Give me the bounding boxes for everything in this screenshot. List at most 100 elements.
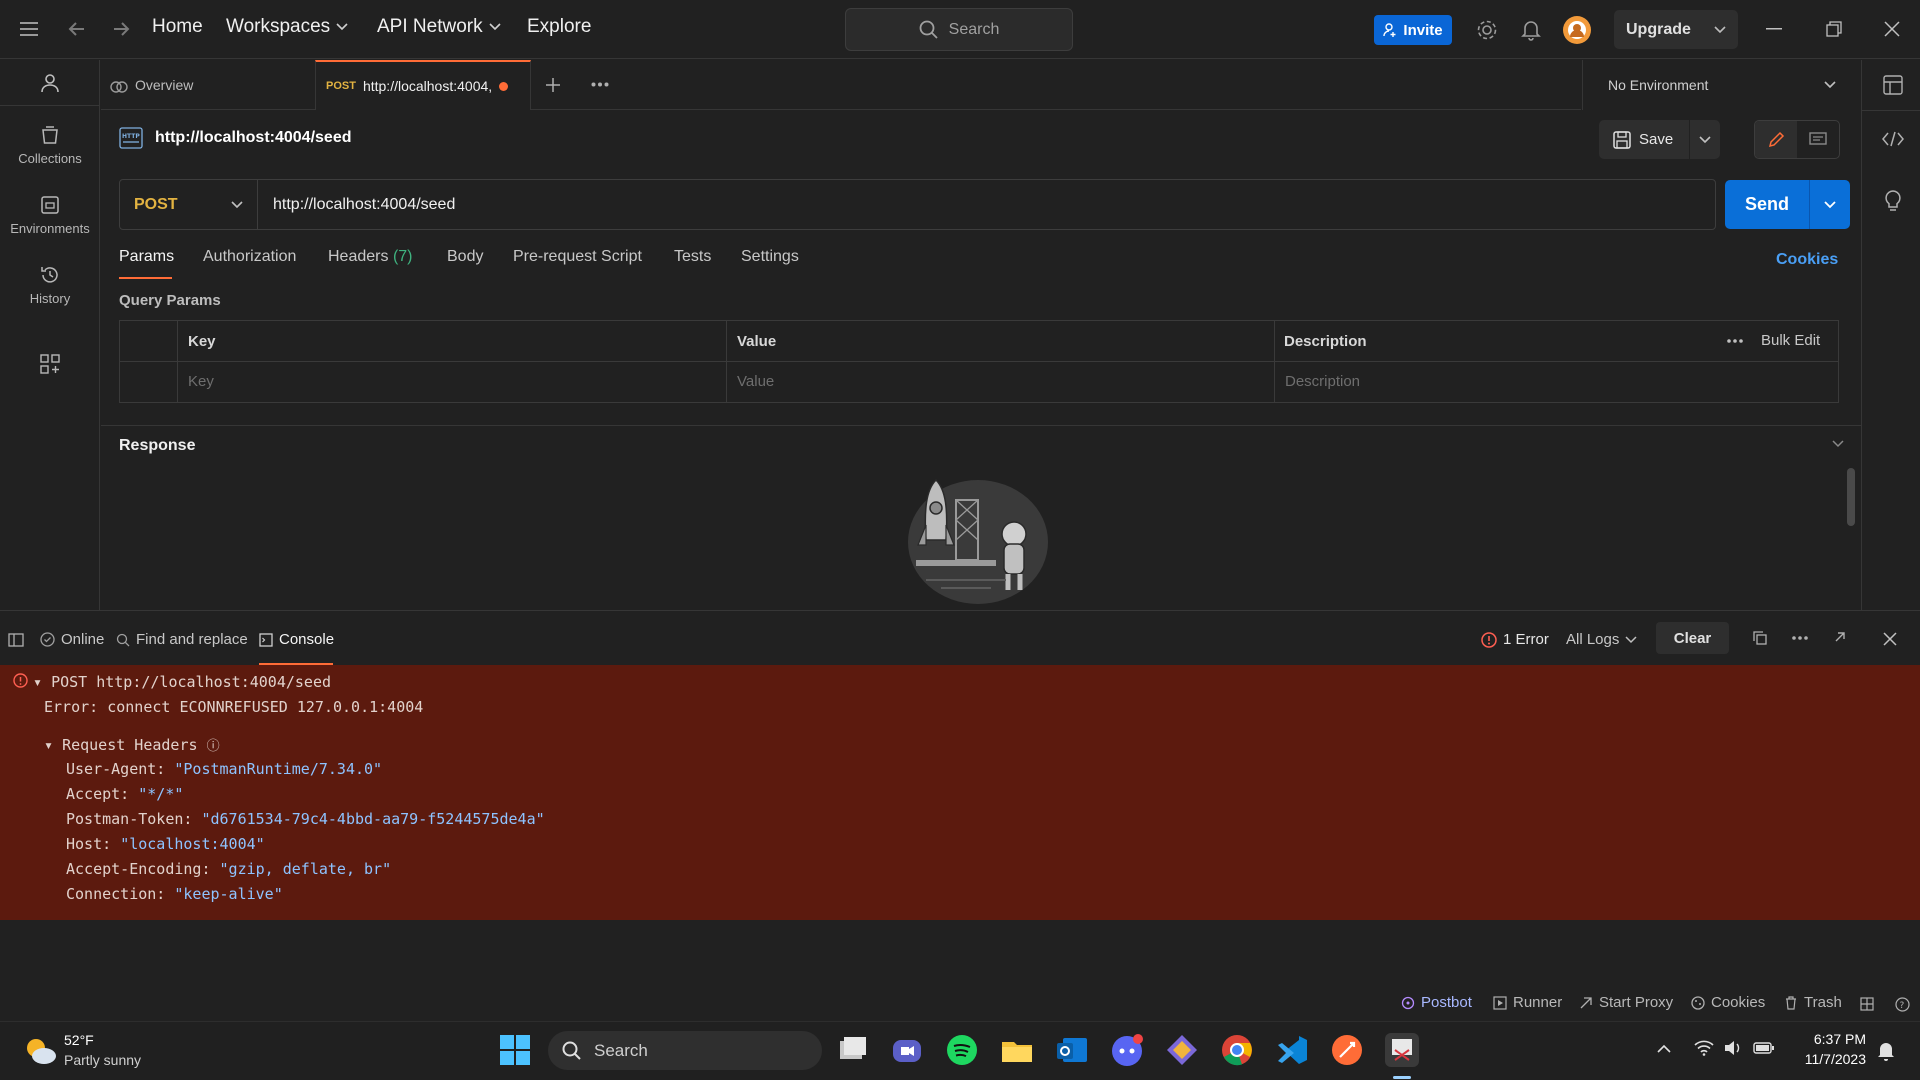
table-options-ellipsis-icon[interactable] <box>1727 339 1743 343</box>
global-search[interactable]: Search <box>845 8 1073 51</box>
git-client-icon[interactable] <box>1165 1033 1199 1067</box>
nav-home[interactable]: Home <box>152 16 203 38</box>
hamburger-menu-icon[interactable] <box>20 22 38 36</box>
clock-time[interactable]: 6:37 PM <box>1794 1031 1866 1047</box>
pop-out-icon[interactable] <box>1834 631 1846 643</box>
comments-mode-button[interactable] <box>1797 121 1839 158</box>
upgrade-button[interactable]: Upgrade <box>1614 10 1738 49</box>
environment-selector[interactable]: No Environment <box>1582 60 1862 110</box>
error-count-filter[interactable]: 1 Error <box>1481 631 1549 648</box>
weather-description[interactable]: Partly sunny <box>64 1052 141 1068</box>
bulk-edit-button[interactable]: Bulk Edit <box>1761 332 1820 349</box>
tab-params[interactable]: Params <box>119 248 174 279</box>
windows-start-icon[interactable] <box>500 1035 530 1065</box>
save-button[interactable]: Save <box>1599 120 1720 159</box>
close-console-icon[interactable] <box>1883 632 1897 646</box>
invite-button[interactable]: Invite <box>1374 15 1452 45</box>
param-key-input[interactable]: Key <box>188 373 718 390</box>
workspace-user-icon[interactable] <box>40 73 60 93</box>
edit-mode-button[interactable] <box>1755 121 1797 158</box>
pencil-icon <box>1768 131 1785 147</box>
tab-authorization[interactable]: Authorization <box>203 248 296 266</box>
help-icon[interactable]: ? <box>1895 997 1910 1012</box>
method-select[interactable]: POST <box>120 180 258 229</box>
trash-button[interactable]: Trash <box>1784 994 1842 1011</box>
vscode-icon[interactable] <box>1275 1033 1309 1067</box>
collapse-response-chevron-icon[interactable] <box>1832 440 1844 448</box>
volume-icon[interactable] <box>1724 1040 1742 1056</box>
tab-settings[interactable]: Settings <box>741 248 799 266</box>
console-icon <box>259 632 273 647</box>
forward-arrow-icon[interactable] <box>112 20 130 38</box>
log-request-line[interactable]: ▾ POST http://localhost:4004/seed <box>33 673 331 691</box>
spotify-icon[interactable] <box>945 1033 979 1067</box>
back-arrow-icon[interactable] <box>68 20 86 38</box>
nav-api-network[interactable]: API Network <box>377 16 501 38</box>
tab-overview[interactable]: Overview <box>110 60 315 110</box>
more-tabs-ellipsis-icon[interactable] <box>591 82 609 87</box>
notifications-bell-icon[interactable] <box>1521 19 1541 41</box>
tab-tests[interactable]: Tests <box>674 248 711 266</box>
copy-logs-icon[interactable] <box>1753 631 1767 645</box>
outlook-icon[interactable] <box>1055 1033 1089 1067</box>
chrome-icon[interactable] <box>1220 1033 1254 1067</box>
sidebar-item-history[interactable]: History <box>0 265 100 306</box>
notification-center-bell-icon[interactable] <box>1877 1041 1895 1061</box>
taskbar-search[interactable]: Search <box>548 1031 822 1070</box>
url-input[interactable]: http://localhost:4004/seed <box>258 196 455 214</box>
weather-temperature[interactable]: 52°F <box>64 1032 94 1048</box>
settings-gear-icon[interactable] <box>1476 19 1498 41</box>
response-scrollbar[interactable] <box>1847 468 1855 526</box>
teams-meet-icon[interactable] <box>890 1033 924 1067</box>
nav-workspaces[interactable]: Workspaces <box>226 16 348 38</box>
minimize-window-icon[interactable] <box>1766 28 1782 30</box>
console-options-ellipsis-icon[interactable] <box>1792 636 1808 640</box>
find-and-replace-button[interactable]: Find and replace <box>116 631 248 648</box>
runner-button[interactable]: Runner <box>1493 994 1562 1011</box>
tab-pre-request-script[interactable]: Pre-request Script <box>513 248 642 266</box>
environment-quick-look-icon[interactable] <box>1883 75 1903 95</box>
nav-explore[interactable]: Explore <box>527 16 591 38</box>
weather-sun-cloud-icon[interactable] <box>22 1034 58 1066</box>
lightbulb-icon[interactable] <box>1884 190 1902 212</box>
clear-console-button[interactable]: Clear <box>1656 622 1729 654</box>
user-avatar[interactable] <box>1562 15 1592 45</box>
toggle-sidebar-icon[interactable] <box>8 633 24 647</box>
save-options-dropdown[interactable] <box>1690 135 1720 144</box>
code-snippet-icon[interactable] <box>1882 131 1904 147</box>
postman-icon[interactable] <box>1330 1033 1364 1067</box>
sidebar-item-collections[interactable]: Collections <box>0 125 100 166</box>
file-explorer-icon[interactable] <box>1000 1033 1034 1067</box>
snipping-tool-icon[interactable] <box>1385 1033 1419 1067</box>
start-proxy-button[interactable]: Start Proxy <box>1579 994 1673 1011</box>
new-tab-plus-icon[interactable] <box>545 77 561 93</box>
sidebar-item-environments[interactable]: Environments <box>0 195 100 236</box>
tab-overview-label: Overview <box>135 77 194 93</box>
request-title-text[interactable]: http://localhost:4004/seed <box>155 129 352 147</box>
task-view-icon[interactable] <box>836 1033 870 1067</box>
param-value-input[interactable]: Value <box>737 373 1267 390</box>
tab-body[interactable]: Body <box>447 248 483 266</box>
battery-icon[interactable] <box>1753 1041 1775 1055</box>
request-headers-toggle[interactable]: ▾ Request Headers ⓘ <box>44 735 220 754</box>
online-status[interactable]: Online <box>40 631 104 648</box>
tab-headers[interactable]: Headers (7) <box>328 248 413 266</box>
param-description-input[interactable]: Description <box>1285 373 1825 390</box>
postbot-button[interactable]: Postbot <box>1401 994 1472 1011</box>
cookies-button[interactable]: Cookies <box>1691 994 1765 1011</box>
tab-active-request[interactable]: POST http://localhost:4004, <box>315 60 531 110</box>
clock-date[interactable]: 11/7/2023 <box>1794 1051 1866 1067</box>
log-level-select[interactable]: All Logs <box>1566 631 1637 648</box>
close-window-icon[interactable] <box>1884 21 1900 37</box>
add-widgets-icon[interactable] <box>40 354 60 374</box>
wifi-icon[interactable] <box>1694 1040 1714 1056</box>
show-hidden-icons-chevron-icon[interactable] <box>1657 1044 1671 1053</box>
layout-toggle-icon[interactable] <box>1860 997 1874 1011</box>
restore-window-icon[interactable] <box>1826 21 1842 37</box>
send-options-dropdown[interactable] <box>1810 180 1850 229</box>
cookies-link[interactable]: Cookies <box>1776 251 1838 269</box>
send-button[interactable]: Send <box>1725 180 1850 229</box>
console-tab[interactable]: Console <box>259 631 334 648</box>
header-key: Postman-Token: <box>66 810 193 828</box>
discord-icon[interactable] <box>1110 1033 1144 1067</box>
